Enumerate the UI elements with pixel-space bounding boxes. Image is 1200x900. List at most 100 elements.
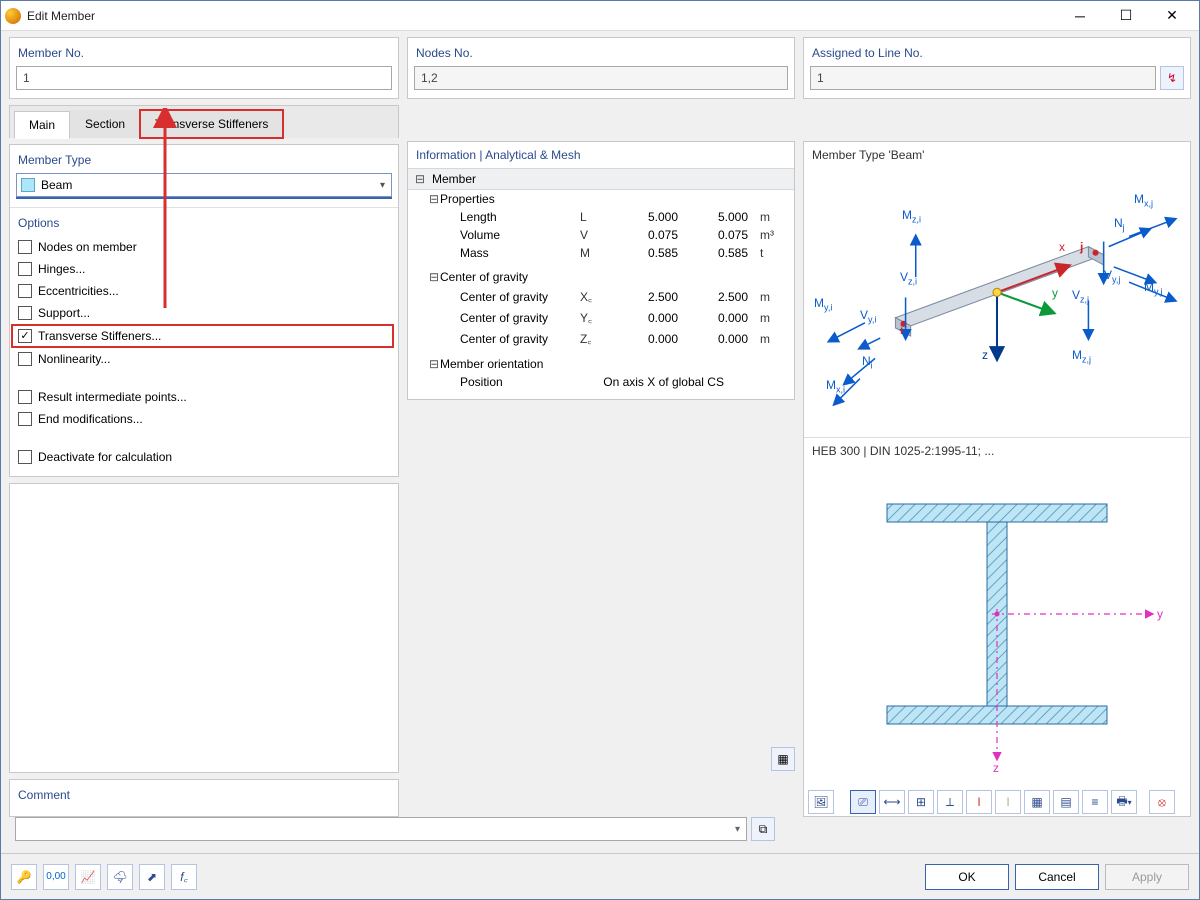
node-i-label: i bbox=[900, 323, 903, 337]
options-list: Nodes on member Hinges... Eccentricities… bbox=[16, 236, 392, 468]
tab-transverse-stiffeners[interactable]: Transverse Stiffeners bbox=[140, 110, 283, 138]
option-deactivate-for-calculation[interactable]: Deactivate for calculation bbox=[18, 450, 390, 464]
option-nodes-on-member[interactable]: Nodes on member bbox=[18, 240, 390, 254]
force-mxi: Mx,i bbox=[826, 378, 845, 394]
section-canvas[interactable]: y z bbox=[804, 464, 1190, 784]
member-no-field[interactable]: 1 bbox=[16, 66, 392, 90]
window-title: Edit Member bbox=[27, 9, 1057, 23]
force-nj: Nj bbox=[1114, 216, 1125, 232]
function-button[interactable]: f꜀ bbox=[171, 864, 197, 890]
nodes-group: Nodes No. 1,2 bbox=[407, 37, 795, 99]
tab-main[interactable]: Main bbox=[14, 111, 70, 139]
prop-mass: MassM0.5850.585t bbox=[408, 244, 794, 262]
ok-button[interactable]: OK bbox=[925, 864, 1009, 890]
minimize-button[interactable]: ─ bbox=[1057, 1, 1103, 31]
nodes-field[interactable]: 1,2 bbox=[414, 66, 788, 90]
axis-x-label: x bbox=[1059, 240, 1065, 254]
cog-table: Center of gravityX꜀2.5002.500m Center of… bbox=[408, 286, 794, 349]
orientation-table: PositionOn axis X of global CS bbox=[408, 373, 794, 391]
assigned-label: Assigned to Line No. bbox=[810, 42, 1184, 66]
chevron-down-icon: ▾ bbox=[380, 180, 385, 191]
prop-volume: VolumeV0.0750.075m³ bbox=[408, 226, 794, 244]
tool-list-icon[interactable]: ≡ bbox=[1082, 790, 1108, 814]
comment-input[interactable]: ▾ bbox=[15, 817, 747, 841]
preview-title: Member Type 'Beam' bbox=[804, 142, 1190, 168]
section-title: HEB 300 | DIN 1025-2:1995-11; ... bbox=[804, 437, 1190, 464]
option-transverse-stiffeners[interactable]: Transverse Stiffeners... bbox=[15, 328, 390, 344]
bottom-bar: 🔑 0,00 📈 🌩 ⬈ f꜀ OK Cancel Apply bbox=[1, 853, 1199, 899]
prop-length: LengthL5.0005.000m bbox=[408, 208, 794, 226]
orientation-position: PositionOn axis X of global CS bbox=[408, 373, 794, 391]
tool-picture-icon[interactable]: 🖼 bbox=[808, 790, 834, 814]
cog-x: Center of gravityX꜀2.5002.500m bbox=[408, 286, 794, 307]
help-button[interactable]: 🔑 bbox=[11, 864, 37, 890]
preview-panel: Member Type 'Beam' bbox=[803, 141, 1191, 817]
properties-table: LengthL5.0005.000m VolumeV0.0750.075m³ M… bbox=[408, 208, 794, 262]
beam-swatch-icon bbox=[21, 178, 35, 192]
tool-local-cs-icon[interactable]: ⟂ bbox=[937, 790, 963, 814]
app-icon bbox=[5, 8, 21, 24]
tool-section-gray-icon[interactable]: I bbox=[995, 790, 1021, 814]
svg-text:y: y bbox=[1157, 607, 1163, 621]
force-mzi: Mz,i bbox=[902, 208, 921, 224]
option-support[interactable]: Support... bbox=[18, 306, 390, 320]
force-vyj: Vy,j bbox=[1104, 268, 1120, 284]
member-no-label: Member No. bbox=[16, 42, 392, 66]
pick-button[interactable]: ⬈ bbox=[139, 864, 165, 890]
tool-grid-icon[interactable]: ▦ bbox=[1024, 790, 1050, 814]
tree-cog[interactable]: ⊟Center of gravity bbox=[408, 268, 794, 286]
cancel-button[interactable]: Cancel bbox=[1015, 864, 1099, 890]
titlebar: Edit Member ─ ☐ ✕ bbox=[1, 1, 1199, 31]
tool-section-icon[interactable]: I bbox=[966, 790, 992, 814]
force-vzj: Vz,j bbox=[1072, 288, 1089, 304]
svg-text:z: z bbox=[993, 761, 999, 775]
tree-orientation[interactable]: ⊟Member orientation bbox=[408, 355, 794, 373]
preview-toolbar: 🖼 ⎚ ⟷ ⊞ ⟂ I I ▦ ▤ ≡ 🖶▾ ⦻ bbox=[804, 784, 1190, 816]
member-no-group: Member No. 1 bbox=[9, 37, 399, 99]
tree-member[interactable]: ⊟Member bbox=[408, 168, 794, 190]
options-label: Options bbox=[16, 212, 392, 236]
cog-z: Center of gravityZ꜀0.0000.000m bbox=[408, 328, 794, 349]
force-vzi: Vz,i bbox=[900, 270, 917, 286]
units-button[interactable]: 0,00 bbox=[43, 864, 69, 890]
apply-button[interactable]: Apply bbox=[1105, 864, 1189, 890]
option-result-intermediate-points[interactable]: Result intermediate points... bbox=[18, 390, 390, 404]
maximize-button[interactable]: ☐ bbox=[1103, 1, 1149, 31]
tool-values-table-icon[interactable]: ▤ bbox=[1053, 790, 1079, 814]
cloud-button[interactable]: 🌩 bbox=[107, 864, 133, 890]
nodes-label: Nodes No. bbox=[414, 42, 788, 66]
assigned-group: Assigned to Line No. 1 ↯ bbox=[803, 37, 1191, 99]
option-nonlinearity[interactable]: Nonlinearity... bbox=[18, 352, 390, 366]
info-header: Information | Analytical & Mesh bbox=[408, 142, 794, 168]
member-type-select[interactable]: Beam ▾ bbox=[16, 173, 392, 197]
tool-show-axes-icon[interactable]: ⎚ bbox=[850, 790, 876, 814]
details-table-button[interactable]: ▦ bbox=[771, 747, 795, 771]
content-area: Member No. 1 Main Section Transverse Sti… bbox=[1, 31, 1199, 817]
tab-section[interactable]: Section bbox=[70, 110, 140, 138]
tool-print-icon[interactable]: 🖶▾ bbox=[1111, 790, 1137, 814]
force-mzj: Mz,j bbox=[1072, 348, 1091, 364]
comment-group: Comment bbox=[9, 779, 399, 817]
force-myj: My,j bbox=[1144, 280, 1162, 296]
tab-bar: Main Section Transverse Stiffeners bbox=[9, 105, 399, 138]
force-mxj: Mx,j bbox=[1134, 192, 1153, 208]
tree-properties[interactable]: ⊟Properties bbox=[408, 190, 794, 208]
option-end-modifications[interactable]: End modifications... bbox=[18, 412, 390, 426]
option-eccentricities[interactable]: Eccentricities... bbox=[18, 284, 390, 298]
option-hinges[interactable]: Hinges... bbox=[18, 262, 390, 276]
close-button[interactable]: ✕ bbox=[1149, 1, 1195, 31]
comment-library-button[interactable]: ⧉ bbox=[751, 817, 775, 841]
pick-line-button[interactable]: ↯ bbox=[1160, 66, 1184, 90]
info-panel: Information | Analytical & Mesh ⊟Member … bbox=[407, 141, 795, 400]
left-blank-panel bbox=[9, 483, 399, 773]
tool-reset-view-icon[interactable]: ⦻ bbox=[1149, 790, 1175, 814]
cog-y: Center of gravityY꜀0.0000.000m bbox=[408, 307, 794, 328]
assigned-field[interactable]: 1 bbox=[810, 66, 1156, 90]
comment-label: Comment bbox=[16, 784, 392, 808]
tool-dimensions-icon[interactable]: ⟷ bbox=[879, 790, 905, 814]
force-vyi: Vy,i bbox=[860, 308, 876, 324]
tool-origin-icon[interactable]: ⊞ bbox=[908, 790, 934, 814]
graph-button[interactable]: 📈 bbox=[75, 864, 101, 890]
beam-preview-canvas[interactable]: Mz,i Vz,i My,i Vy,i Ni Mx,i Mx,j Nj Vy,j… bbox=[804, 168, 1190, 437]
member-type-label: Member Type bbox=[16, 149, 392, 173]
